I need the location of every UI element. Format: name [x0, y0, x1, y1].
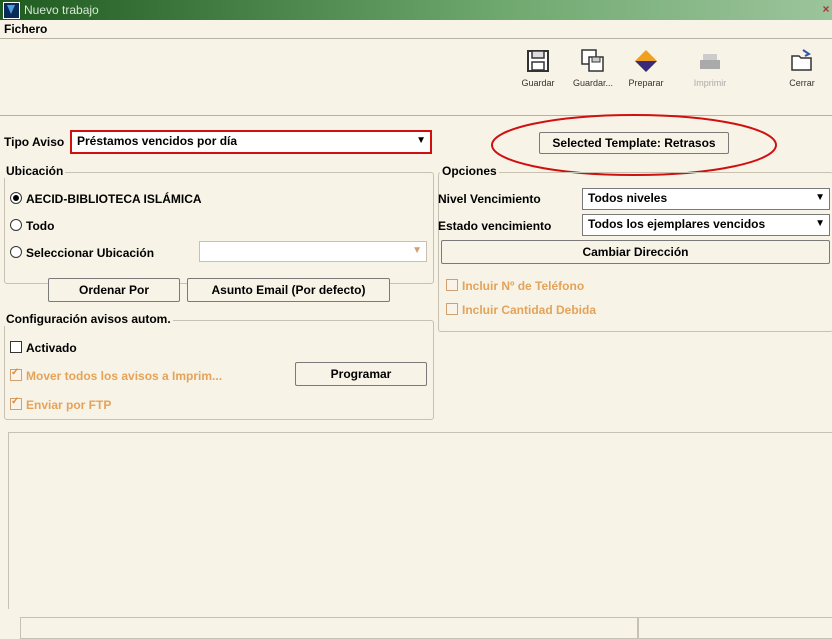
- status-bar-left: [20, 617, 638, 639]
- activado-label: Activado: [26, 341, 77, 355]
- radio-selected-icon: [10, 192, 22, 204]
- save-label: Guardar: [521, 78, 555, 88]
- close-folder-icon: [791, 49, 812, 71]
- prepare-button[interactable]: Preparar: [616, 48, 676, 108]
- red-ellipse-annotation: [491, 114, 777, 176]
- print-icon: [700, 54, 720, 69]
- title-bar: [0, 0, 832, 20]
- menu-bar: [0, 20, 832, 38]
- asunto-email-button[interactable]: Asunto Email (Por defecto): [187, 278, 390, 302]
- chevron-down-icon: ▼: [815, 192, 825, 203]
- ubicacion-group: [4, 172, 434, 284]
- radio-seleccionar[interactable]: Seleccionar Ubicación: [10, 246, 154, 260]
- ubicacion-select[interactable]: ▼: [199, 241, 427, 262]
- nivel-select[interactable]: Todos niveles ▼: [582, 188, 830, 210]
- mover-label: Mover todos los avisos a Imprim...: [26, 369, 223, 383]
- radio-seleccionar-label: Seleccionar Ubicación: [26, 246, 155, 260]
- cambiar-direccion-button[interactable]: Cambiar Dirección: [441, 240, 830, 264]
- print-button[interactable]: Imprimir: [680, 48, 740, 108]
- opciones-title: Opciones: [440, 164, 499, 178]
- activado-checkbox[interactable]: Activado: [10, 341, 77, 355]
- close-button[interactable]: Cerrar: [772, 48, 832, 108]
- radio-icon: [10, 219, 22, 231]
- radio-icon: [10, 246, 22, 258]
- programar-button[interactable]: Programar: [295, 362, 427, 386]
- menu-fichero[interactable]: Fichero: [4, 22, 47, 36]
- window-title: Nuevo trabajo: [24, 3, 99, 17]
- checkbox-checked-icon: [10, 396, 22, 410]
- checkbox-icon: [10, 341, 22, 353]
- checkbox-checked-icon: [10, 367, 22, 381]
- save-as-button[interactable]: Guardar...: [563, 48, 623, 108]
- radio-todo-label: Todo: [26, 219, 55, 233]
- enviar-ftp-checkbox[interactable]: Enviar por FTP: [10, 396, 112, 412]
- tipo-aviso-label: Tipo Aviso: [4, 135, 65, 149]
- results-panel: [8, 432, 832, 609]
- save-as-label: Guardar...: [572, 78, 614, 88]
- save-icon: [527, 50, 549, 72]
- chevron-down-icon: ▼: [815, 218, 825, 229]
- chevron-down-icon: ▼: [412, 245, 422, 256]
- estado-select[interactable]: Todos los ejemplares vencidos ▼: [582, 214, 830, 236]
- estado-label: Estado vencimiento: [438, 219, 552, 233]
- app-icon: [3, 2, 20, 19]
- tipo-aviso-select[interactable]: Préstamos vencidos por día ▼: [70, 130, 432, 154]
- diamond-icon: [635, 50, 657, 72]
- print-label: Imprimir: [693, 78, 727, 88]
- enviar-label: Enviar por FTP: [26, 398, 112, 412]
- ubicacion-title: Ubicación: [4, 164, 66, 178]
- close-label: Cerrar: [789, 78, 815, 88]
- nivel-value: Todos niveles: [588, 191, 668, 205]
- config-title: Configuración avisos autom.: [4, 312, 173, 326]
- incluir-telefono-label: Incluir Nº de Teléfono: [462, 279, 585, 293]
- save-button[interactable]: Guardar: [508, 48, 568, 108]
- tipo-aviso-value: Préstamos vencidos por día: [77, 134, 238, 148]
- checkbox-icon: [446, 303, 458, 315]
- checkbox-icon: [446, 279, 458, 291]
- status-bar-right: [638, 617, 832, 639]
- radio-aecid[interactable]: AECID-BIBLIOTECA ISLÁMICA: [10, 192, 202, 206]
- prepare-label: Preparar: [628, 78, 664, 88]
- save-as-icon: [581, 49, 604, 72]
- incluir-cantidad-checkbox[interactable]: Incluir Cantidad Debida: [446, 303, 596, 317]
- incluir-telefono-checkbox[interactable]: Incluir Nº de Teléfono: [446, 279, 584, 293]
- radio-aecid-label: AECID-BIBLIOTECA ISLÁMICA: [26, 192, 202, 206]
- estado-value: Todos los ejemplares vencidos: [588, 217, 766, 231]
- chevron-down-icon: ▼: [416, 135, 426, 146]
- radio-todo[interactable]: Todo: [10, 219, 54, 233]
- close-window-icon[interactable]: ×: [820, 2, 832, 17]
- mover-checkbox[interactable]: Mover todos los avisos a Imprim...: [10, 367, 223, 383]
- ordenar-por-button[interactable]: Ordenar Por: [48, 278, 180, 302]
- nivel-label: Nivel Vencimiento: [438, 192, 541, 206]
- incluir-cantidad-label: Incluir Cantidad Debida: [462, 303, 597, 317]
